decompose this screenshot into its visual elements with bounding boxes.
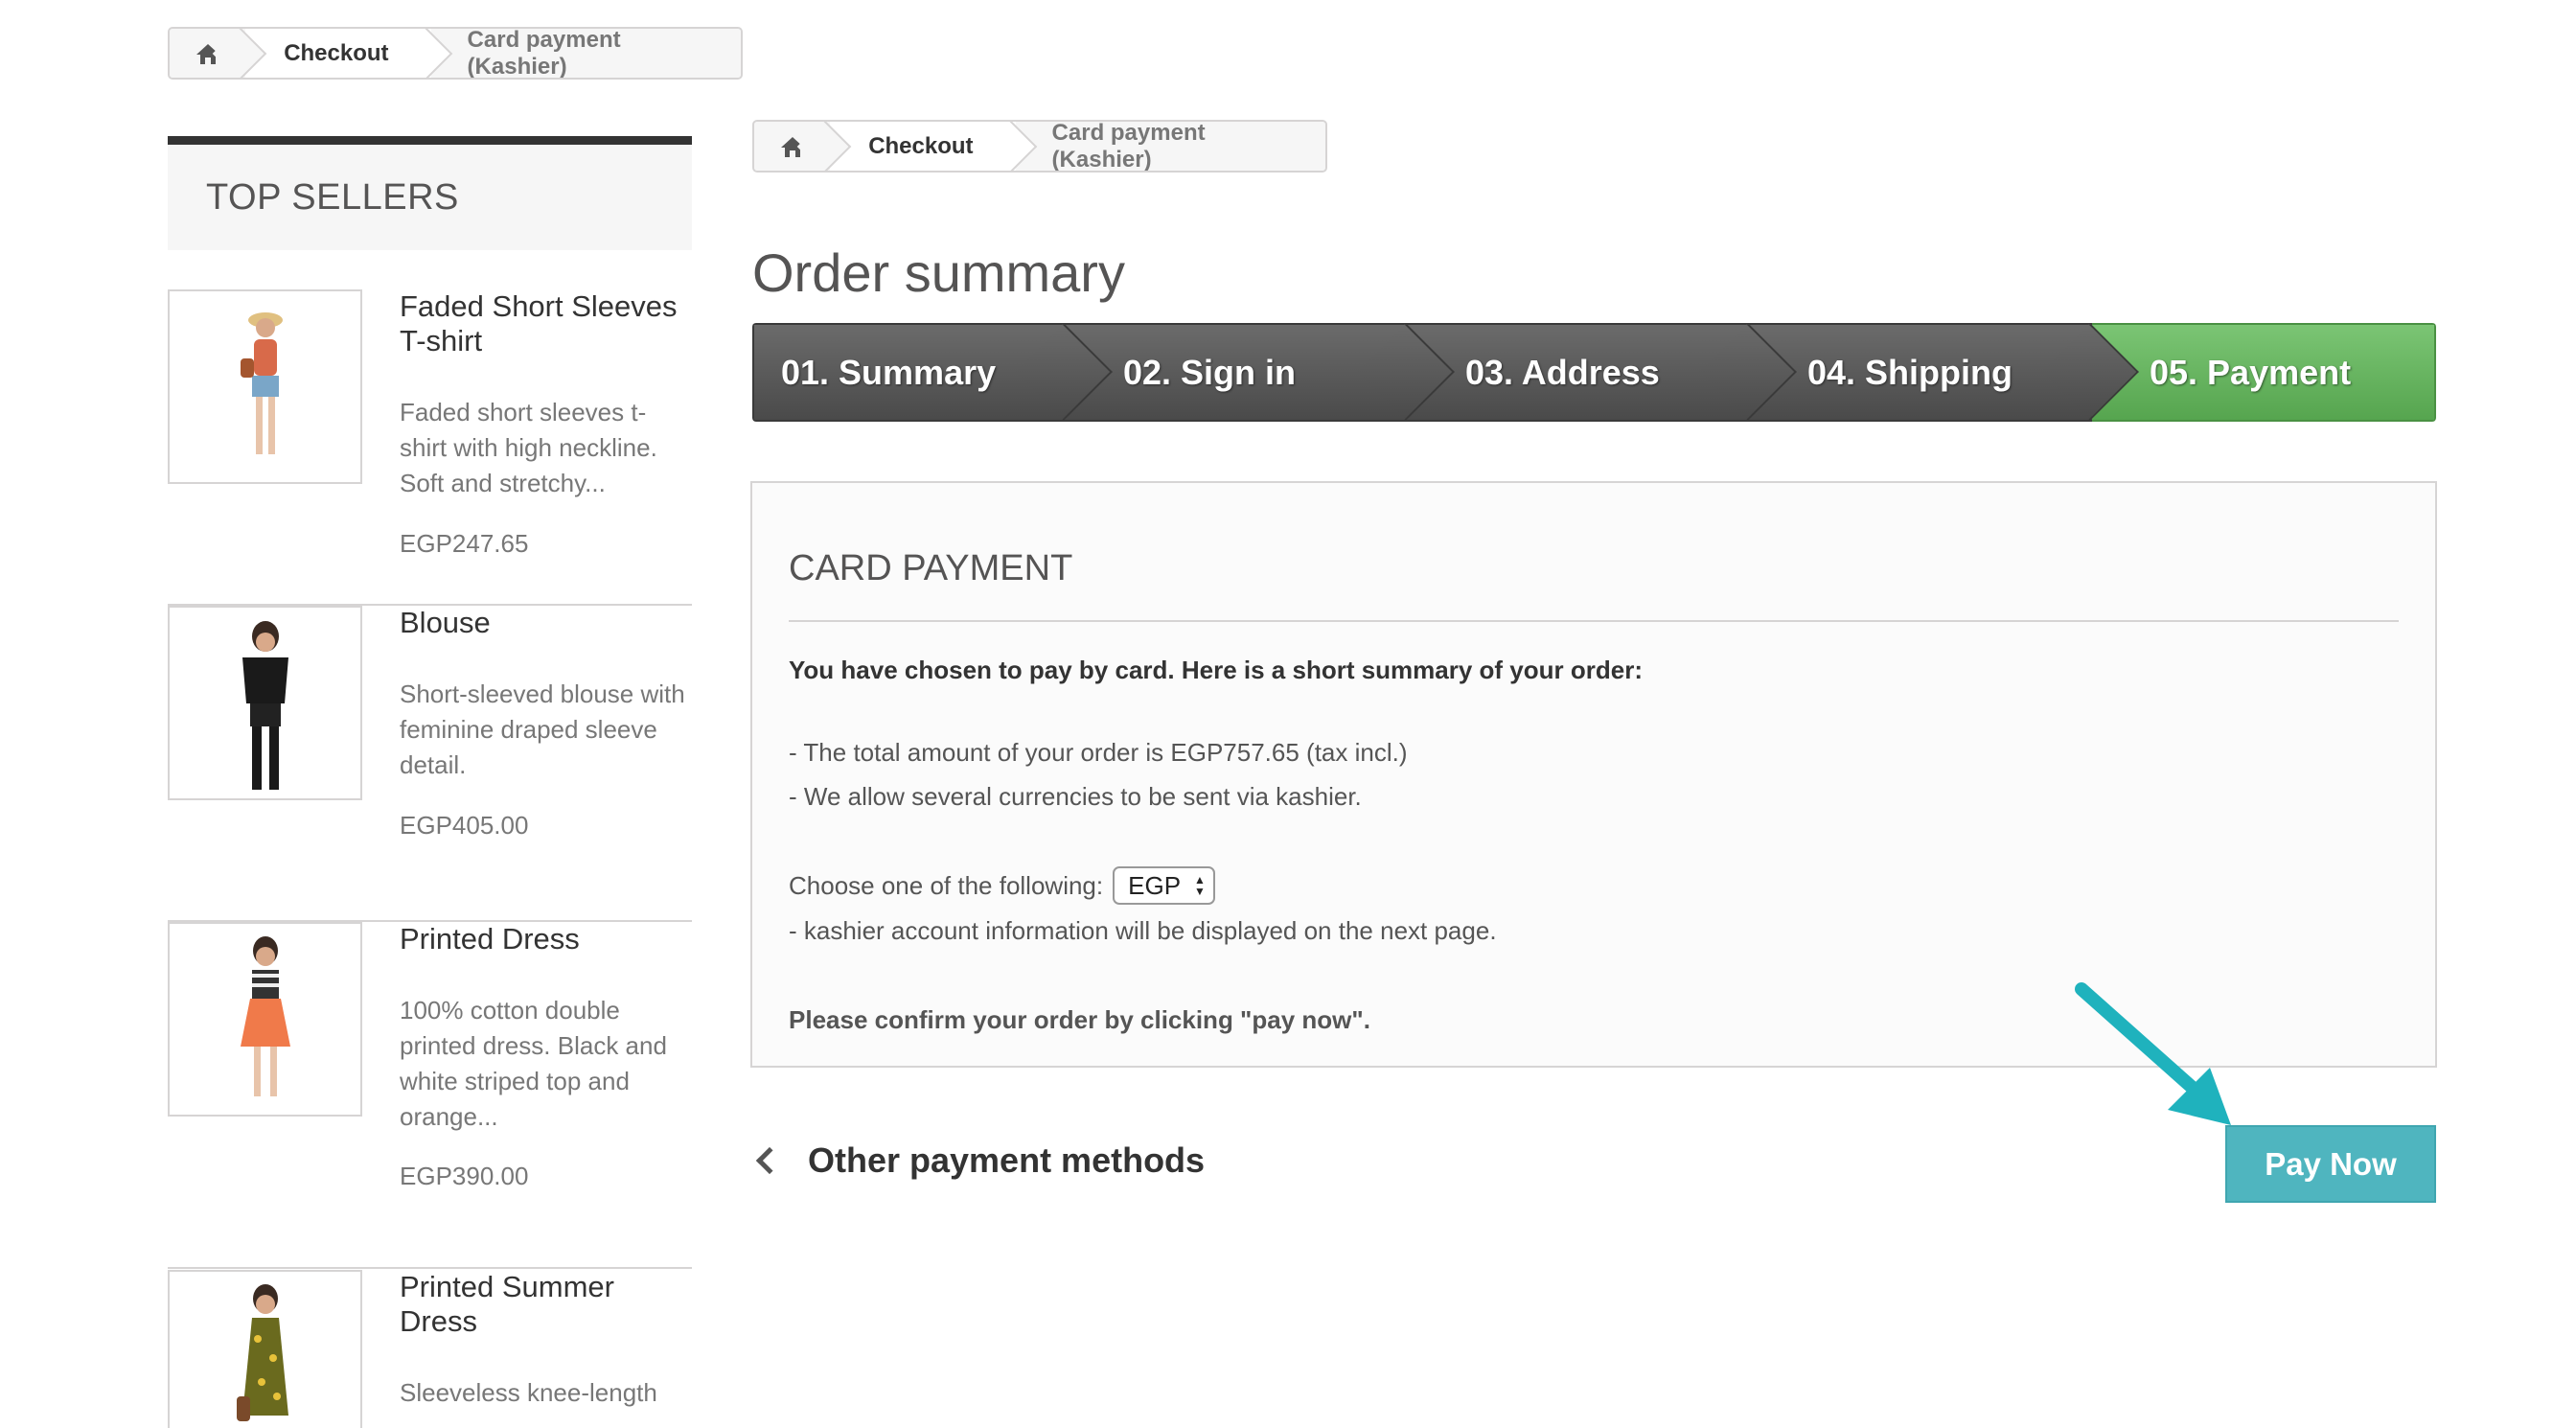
product-price: EGP390.00 bbox=[400, 1162, 529, 1190]
product-name[interactable]: Printed Summer Dress bbox=[400, 1270, 687, 1339]
product-description: 100% cotton double printed dress. Black … bbox=[400, 996, 667, 1131]
breadcrumb-top: Checkout Card payment (Kashier) bbox=[168, 27, 743, 80]
page-title: Order summary bbox=[752, 242, 1125, 303]
order-total-line: - The total amount of your order is EGP7… bbox=[789, 738, 1408, 767]
confirm-line: Please confirm your order by clicking "p… bbox=[789, 1005, 1370, 1034]
step-summary[interactable]: 01. Summary bbox=[752, 323, 1113, 422]
product-item: Blouse Short-sleeved blouse with feminin… bbox=[168, 606, 692, 922]
select-arrows-icon: ▲ ▼ bbox=[1194, 873, 1206, 898]
step-label: 02. Sign in bbox=[1123, 352, 1297, 392]
top-sellers-sidebar: TOP SELLERS Faded Short Sleeves T-shirt … bbox=[168, 136, 692, 1428]
payment-intro: You have chosen to pay by card. Here is … bbox=[789, 656, 1643, 684]
checkout-steps: 01. Summary 02. Sign in 03. Address 04. … bbox=[752, 323, 2436, 422]
product-image[interactable] bbox=[168, 289, 362, 484]
other-payment-methods-link[interactable]: Other payment methods bbox=[752, 1140, 1205, 1181]
divider bbox=[789, 620, 2399, 622]
product-image[interactable] bbox=[168, 606, 362, 800]
step-label: 04. Shipping bbox=[1807, 352, 2013, 392]
step-shipping[interactable]: 04. Shipping bbox=[1750, 323, 2139, 422]
pay-now-button[interactable]: Pay Now bbox=[2225, 1125, 2436, 1203]
product-name[interactable]: Blouse bbox=[400, 606, 687, 640]
account-info-line: - kashier account information will be di… bbox=[789, 916, 1497, 945]
currencies-line: - We allow several currencies to be sent… bbox=[789, 782, 1362, 811]
step-address[interactable]: 03. Address bbox=[1408, 323, 1797, 422]
currency-label: Choose one of the following: bbox=[789, 870, 1104, 900]
currency-row: Choose one of the following: EGP ▲ ▼ bbox=[789, 866, 1215, 905]
product-name[interactable]: Printed Dress bbox=[400, 922, 687, 956]
product-price: EGP405.00 bbox=[400, 811, 529, 840]
card-payment-heading: CARD PAYMENT bbox=[789, 548, 1073, 588]
currency-selected-value: EGP bbox=[1128, 870, 1182, 900]
product-item: Printed Summer Dress Sleeveless knee-len… bbox=[168, 1270, 692, 1428]
annotation-arrow-icon bbox=[2075, 982, 2231, 1125]
breadcrumb-home-link[interactable] bbox=[754, 122, 852, 171]
chevron-left-icon bbox=[755, 1146, 784, 1175]
product-image[interactable] bbox=[168, 922, 362, 1117]
product-description: Faded short sleeves t-shirt with high ne… bbox=[400, 398, 657, 497]
step-label: 03. Address bbox=[1465, 352, 1660, 392]
breadcrumb-current: Card payment (Kashier) bbox=[430, 29, 741, 78]
other-payment-methods-label: Other payment methods bbox=[808, 1140, 1206, 1180]
product-description: Sleeveless knee-length bbox=[400, 1378, 657, 1407]
step-label: 01. Summary bbox=[781, 352, 997, 392]
product-item: Faded Short Sleeves T-shirt Faded short … bbox=[168, 289, 692, 606]
product-item: Printed Dress 100% cotton double printed… bbox=[168, 922, 692, 1269]
breadcrumb-checkout-label: Checkout bbox=[868, 132, 974, 159]
product-name[interactable]: Faded Short Sleeves T-shirt bbox=[400, 289, 687, 358]
breadcrumb-home-link[interactable] bbox=[170, 29, 267, 78]
breadcrumb-current: Card payment (Kashier) bbox=[1015, 122, 1325, 171]
breadcrumb-checkout-link[interactable]: Checkout bbox=[245, 29, 452, 78]
product-image[interactable] bbox=[168, 1270, 362, 1428]
product-price: EGP247.65 bbox=[400, 529, 529, 558]
breadcrumb-checkout-label: Checkout bbox=[284, 39, 389, 66]
currency-select[interactable]: EGP ▲ ▼ bbox=[1113, 866, 1215, 905]
top-sellers-title: TOP SELLERS bbox=[168, 136, 692, 250]
step-label: 05. Payment bbox=[2150, 352, 2352, 392]
product-description: Short-sleeved blouse with feminine drape… bbox=[400, 679, 685, 779]
breadcrumb-checkout-link[interactable]: Checkout bbox=[830, 122, 1037, 171]
breadcrumb-main: Checkout Card payment (Kashier) bbox=[752, 120, 1327, 173]
step-sign-in[interactable]: 02. Sign in bbox=[1066, 323, 1455, 422]
step-payment: 05. Payment bbox=[2092, 323, 2436, 422]
